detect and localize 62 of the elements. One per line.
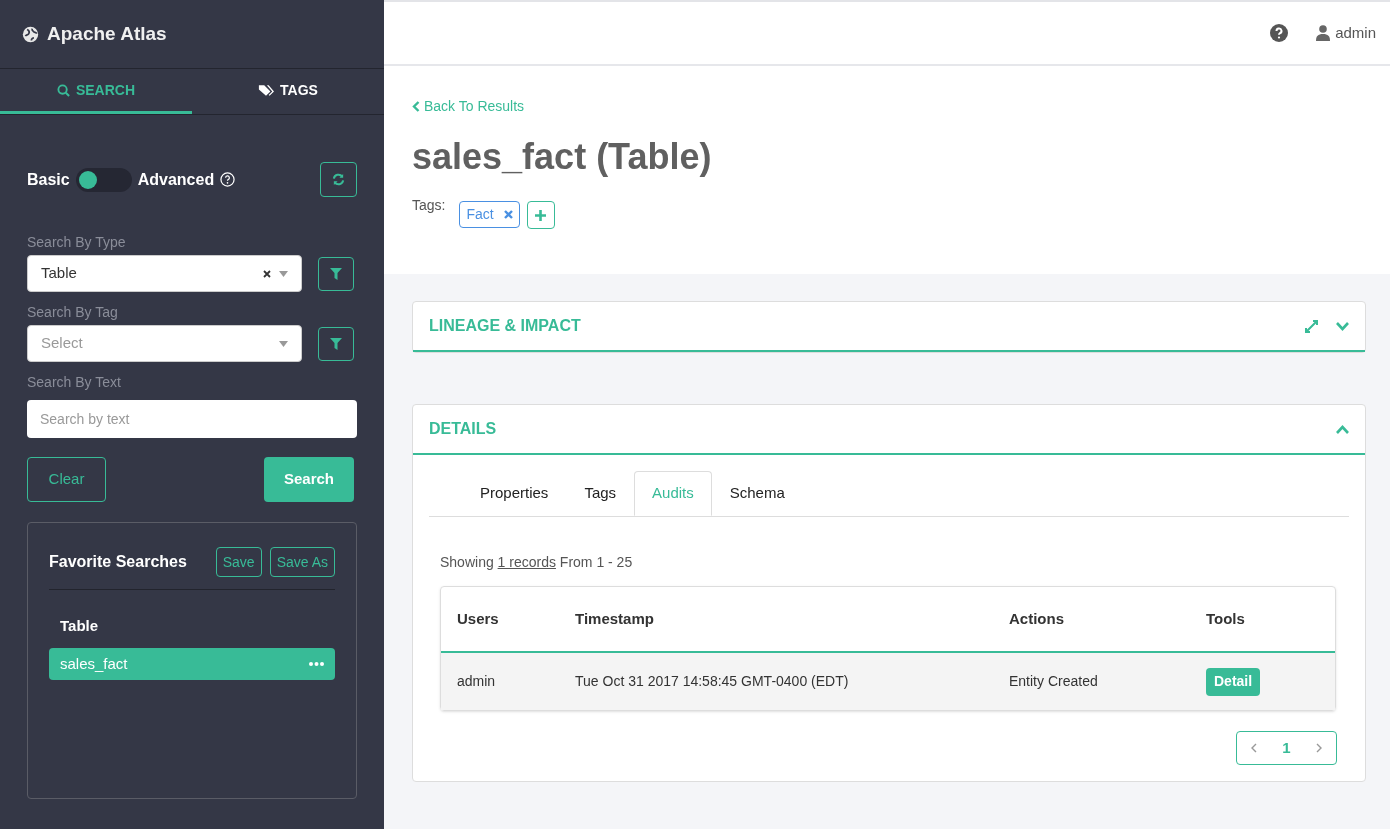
user-menu[interactable]: admin bbox=[1316, 21, 1376, 45]
column-header: Tools bbox=[1206, 608, 1246, 629]
favorite-save-button[interactable]: Save bbox=[215, 547, 262, 577]
mode-label: Basic bbox=[27, 169, 70, 190]
records-link[interactable]: 1 records bbox=[497, 554, 556, 570]
detail-tab[interactable]: Schema bbox=[711, 471, 803, 516]
table-cell-text: Tue Oct 31 2017 14:58:45 GMT-0400 (EDT) bbox=[575, 672, 850, 691]
add-tag-button[interactable] bbox=[526, 201, 555, 229]
entity-title: sales_fact (Table) bbox=[412, 139, 713, 175]
favorite-item[interactable]: Table bbox=[49, 610, 335, 642]
tags-label: Tags: bbox=[412, 196, 446, 215]
chevron-up-icon[interactable] bbox=[1336, 424, 1349, 434]
plus-icon bbox=[535, 209, 547, 221]
column-header: Timestamp bbox=[575, 608, 655, 629]
search-icon bbox=[56, 83, 70, 97]
table-cell-text: Entity Created bbox=[1009, 672, 1099, 691]
remove-icon bbox=[503, 210, 513, 219]
field-label: Search By Text bbox=[27, 373, 122, 392]
favorite-save-button[interactable]: Save As bbox=[269, 547, 335, 577]
filter-button[interactable] bbox=[318, 256, 354, 291]
user-icon bbox=[1316, 25, 1331, 41]
select-value: Table bbox=[41, 263, 78, 284]
dropdown-caret-icon bbox=[279, 270, 288, 277]
dropdown-caret-icon bbox=[279, 340, 288, 347]
filter-icon bbox=[330, 267, 342, 280]
column-header: Actions bbox=[1009, 608, 1065, 629]
chevron-right-icon[interactable] bbox=[1316, 743, 1322, 753]
refresh-button[interactable] bbox=[320, 162, 357, 197]
panel-title: LINEAGE & IMPACT bbox=[429, 316, 582, 336]
mode-label: Advanced bbox=[137, 169, 215, 190]
help-icon[interactable] bbox=[1270, 24, 1289, 42]
field-label: Search By Tag bbox=[27, 303, 119, 322]
field-label: Search By Type bbox=[27, 233, 127, 252]
more-icon bbox=[309, 662, 324, 666]
globe-icon bbox=[22, 25, 39, 43]
sidebar-tab[interactable]: TAGS bbox=[192, 69, 384, 114]
tag-chip[interactable]: Fact bbox=[459, 201, 520, 228]
favorites-title: Favorite Searches bbox=[49, 552, 188, 572]
column-header: Users bbox=[457, 608, 500, 629]
select-placeholder: Select bbox=[41, 333, 84, 354]
refresh-icon bbox=[332, 173, 345, 186]
sidebar-tab[interactable]: SEARCH bbox=[0, 69, 192, 114]
detail-tab[interactable]: Tags bbox=[566, 471, 635, 516]
clear-icon bbox=[263, 269, 271, 278]
tags-icon bbox=[258, 83, 275, 97]
chevron-left-icon[interactable] bbox=[1251, 743, 1257, 753]
tag-select[interactable]: Select bbox=[27, 325, 302, 362]
chevron-left-icon bbox=[412, 101, 420, 112]
table-cell-text: admin bbox=[457, 672, 497, 691]
filter-button[interactable] bbox=[318, 326, 354, 361]
type-select[interactable]: Table bbox=[27, 255, 302, 292]
app-title: Apache Atlas bbox=[47, 21, 167, 46]
chevron-down-icon[interactable] bbox=[1336, 321, 1349, 331]
search-text-field[interactable]: Search by text bbox=[27, 400, 357, 438]
expand-icon[interactable] bbox=[1305, 319, 1318, 333]
detail-tab[interactable]: Properties bbox=[462, 471, 567, 516]
panel-title: DETAILS bbox=[429, 419, 498, 439]
mode-toggle[interactable] bbox=[75, 167, 132, 192]
help-icon bbox=[220, 172, 236, 187]
filter-icon bbox=[330, 337, 342, 350]
clear-button[interactable]: Clear bbox=[27, 457, 106, 502]
records-summary: Showing 1 records From 1 - 25 bbox=[440, 553, 634, 572]
